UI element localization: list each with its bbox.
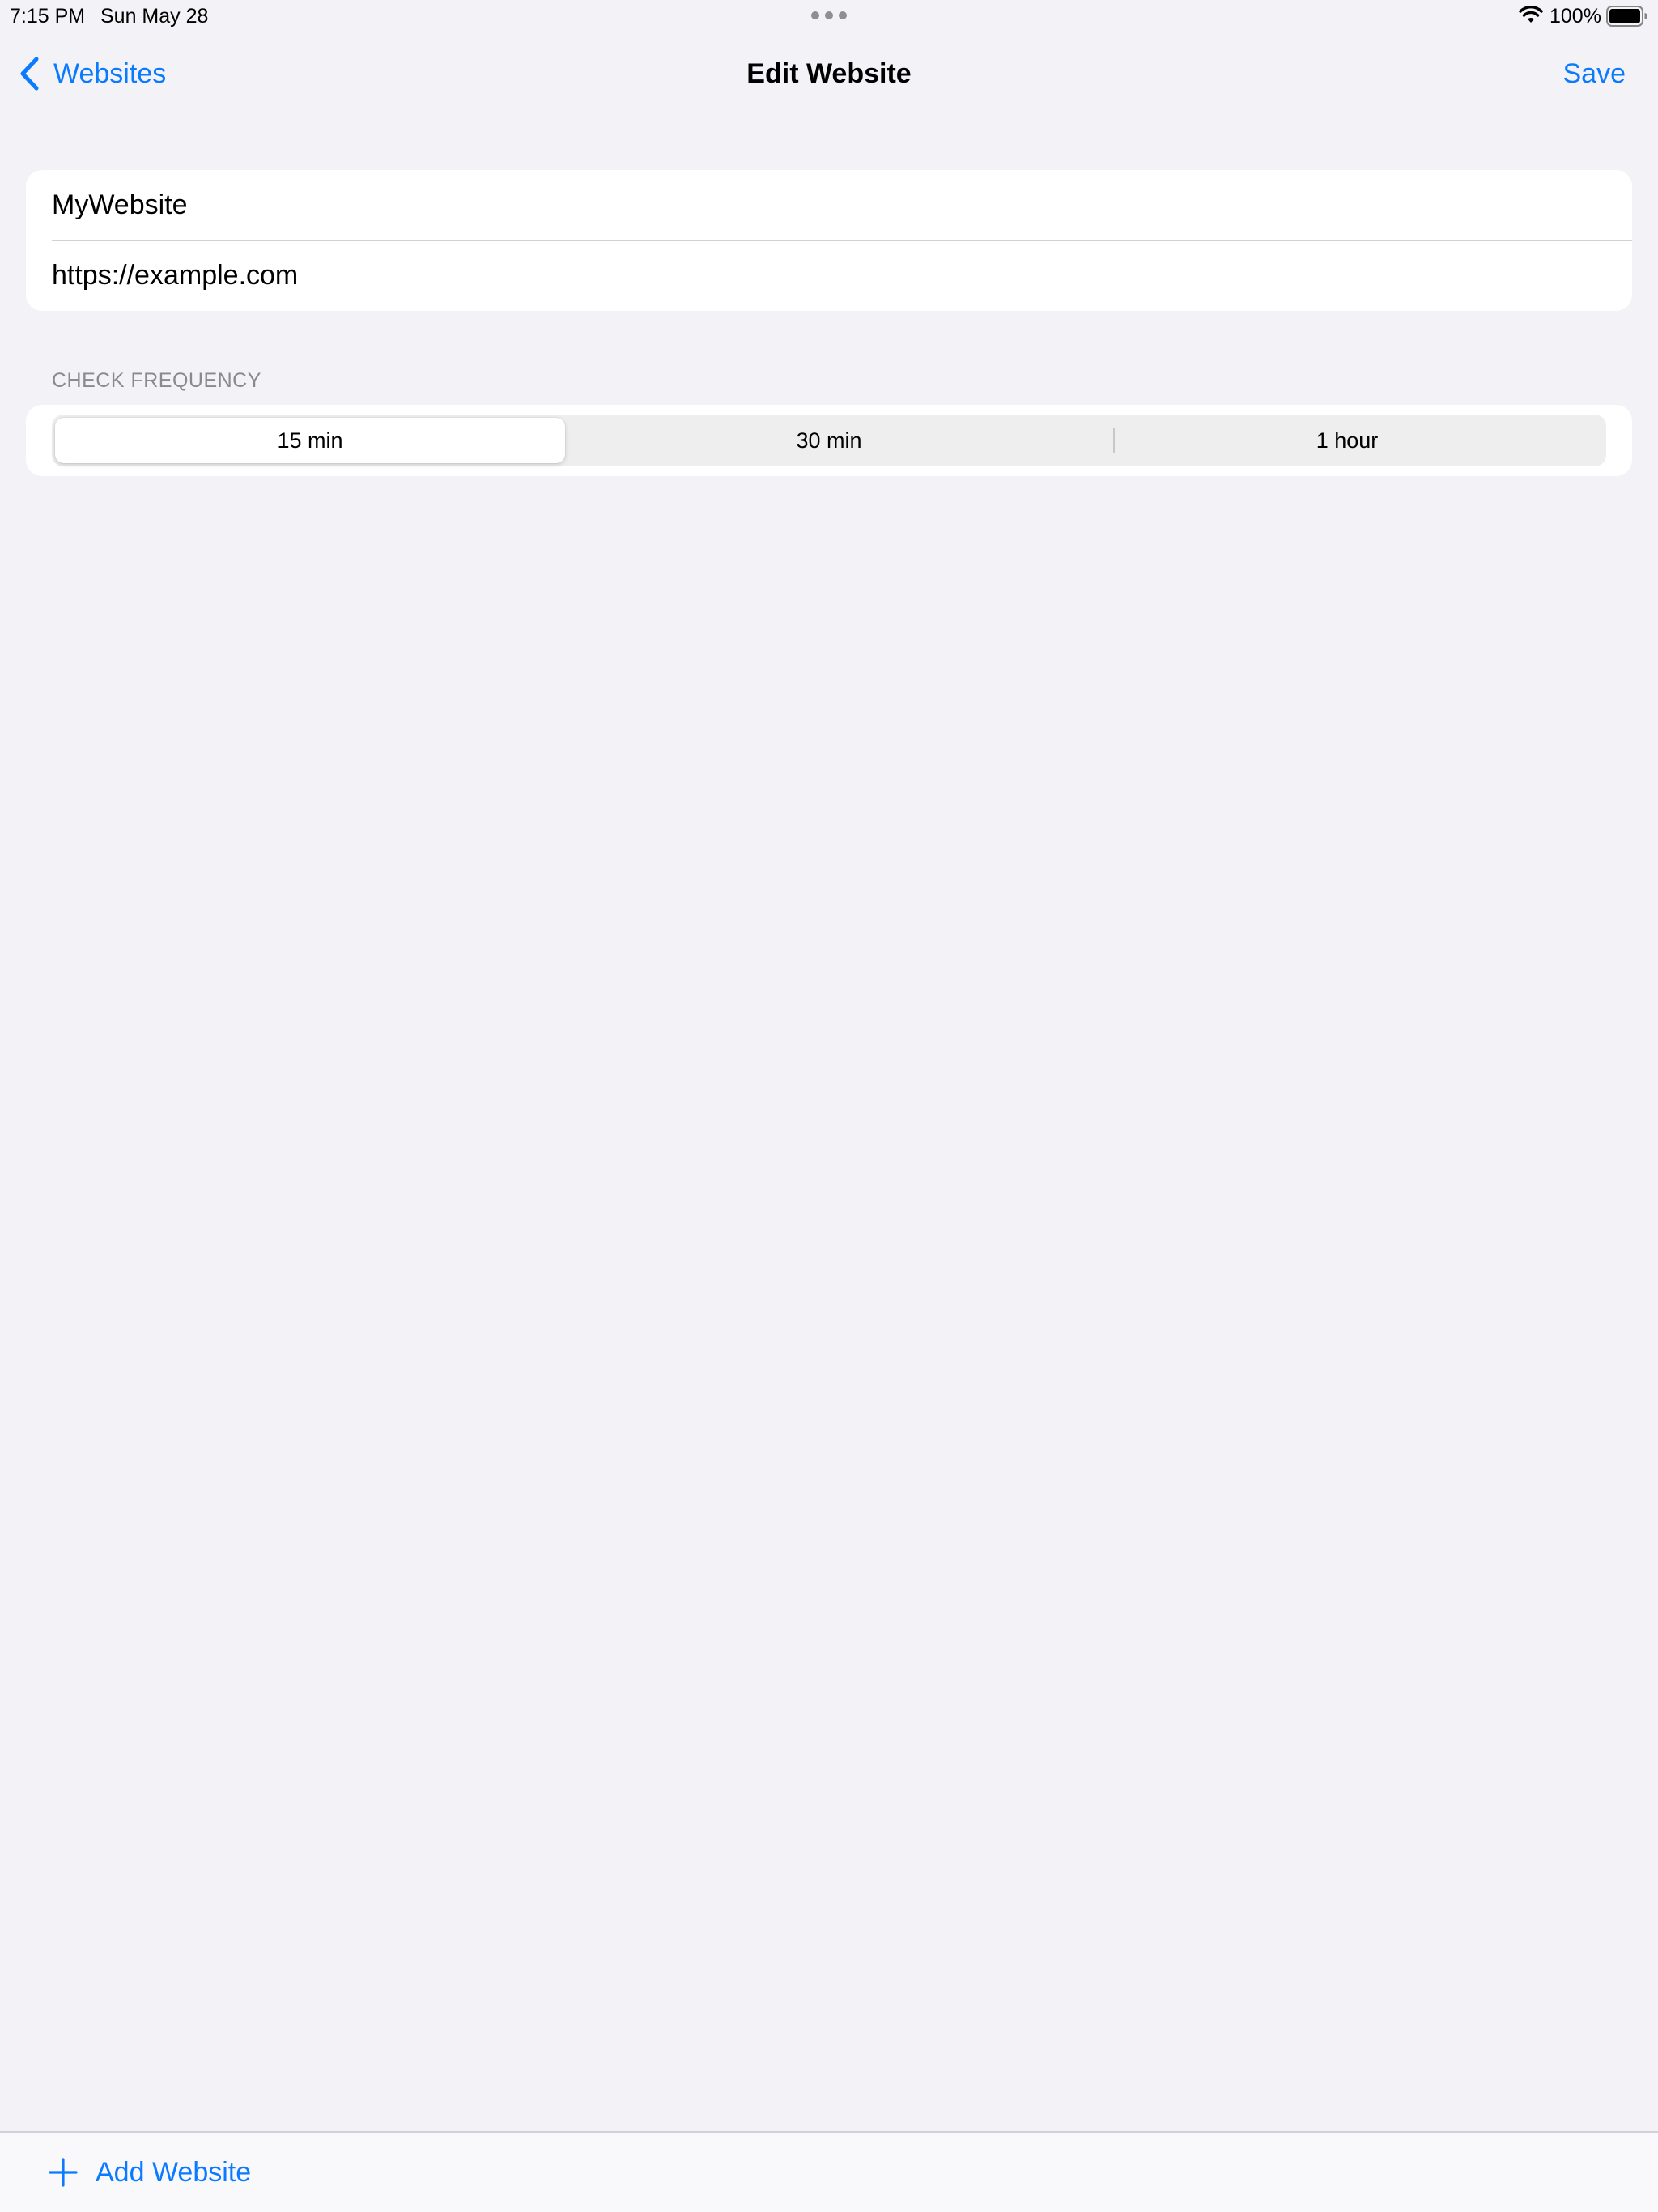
battery-icon: [1606, 6, 1647, 27]
add-website-label: Add Website: [96, 2157, 252, 2188]
check-frequency-header: CHECK FREQUENCY: [52, 369, 261, 392]
status-date: Sun May 28: [100, 5, 209, 28]
name-row: [26, 170, 1632, 240]
plus-icon: [49, 2158, 78, 2187]
bottom-toolbar: Add Website: [0, 2131, 1658, 2212]
segment-15-min[interactable]: 15 min: [55, 418, 565, 463]
website-name-input[interactable]: [52, 170, 1606, 240]
save-button[interactable]: Save: [1563, 55, 1626, 92]
wifi-icon: [1519, 6, 1543, 23]
segment-30-min[interactable]: 30 min: [570, 415, 1088, 466]
frequency-segmented-control[interactable]: 15 min 30 min 1 hour: [52, 415, 1606, 466]
battery-percentage: 100%: [1550, 5, 1601, 28]
frequency-card: 15 min 30 min 1 hour: [26, 405, 1632, 476]
website-details-card: [26, 170, 1632, 311]
page-title: Edit Website: [746, 58, 912, 89]
website-url-input[interactable]: [52, 240, 1606, 311]
status-bar: 7:15 PM Sun May 28 100%: [0, 0, 1658, 36]
status-time: 7:15 PM: [10, 5, 86, 28]
add-website-button[interactable]: Add Website: [49, 2154, 251, 2191]
more-dots-icon[interactable]: [811, 11, 847, 19]
segment-1-hour[interactable]: 1 hour: [1088, 415, 1606, 466]
url-row: [26, 240, 1632, 311]
